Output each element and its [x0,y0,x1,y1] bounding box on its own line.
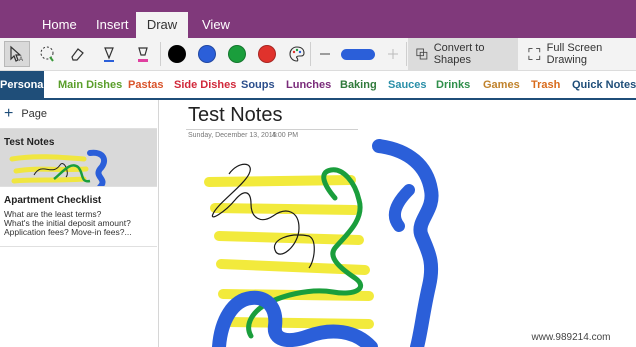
section-tab-bar: Personal Main Dishes Pastas Side Dishes … [0,71,636,101]
minus-icon [320,53,330,55]
color-black[interactable] [164,41,190,67]
color-swatch [258,45,276,63]
toolbar-divider [310,42,311,66]
add-page-label: Page [21,108,48,120]
pen-icon [104,47,114,62]
palette-icon [289,46,305,62]
section-tab-quick-notes[interactable]: Quick Notes [572,71,636,98]
color-swatch [198,45,216,63]
color-red[interactable] [254,41,280,67]
svg-text:A: A [19,57,23,63]
section-tab-games[interactable]: Games [483,71,520,98]
eraser-icon [71,48,84,61]
page-thumbnail-drawing [9,149,108,187]
ink-drawing[interactable] [159,100,636,347]
lasso-tool[interactable] [34,41,60,67]
thinner-stroke-button[interactable] [312,41,338,67]
text-select-icon: A [10,45,23,63]
lasso-icon [40,46,54,62]
plus-icon: + [4,105,14,122]
page-item-apartment-checklist[interactable]: Apartment Checklist What are the least t… [0,186,157,246]
blue-ink-stroke [372,139,439,347]
yellow-ink-stroke [210,203,360,215]
section-tab-pastas[interactable]: Pastas [128,71,163,98]
yellow-ink-stroke [204,175,356,187]
convert-to-shapes-button[interactable]: Convert to Shapes [408,38,518,70]
eraser-tool[interactable] [64,41,90,67]
thicker-stroke-button[interactable] [380,41,406,67]
green-ink-stroke [246,167,364,339]
toolbar-divider [406,42,407,66]
draw-toolbar: A Convert to Shapes Full Screen Drawing [0,38,636,71]
section-tab-sauces[interactable]: Sauces [388,71,427,98]
page-list-divider [0,246,157,247]
section-tab-baking[interactable]: Baking [340,71,377,98]
tab-view[interactable]: View [188,12,244,38]
section-tab-drinks[interactable]: Drinks [436,71,470,98]
highlighter-icon [138,47,148,62]
stroke-size-preview [338,41,378,67]
convert-to-shapes-label: Convert to Shapes [433,42,485,66]
full-screen-drawing-label: Full Screen Drawing [546,42,603,66]
yellow-ink-stroke [214,231,364,245]
tab-insert[interactable]: Insert [82,12,143,38]
section-tab-personal[interactable]: Personal [0,71,46,98]
add-page-button[interactable]: + Page [4,106,47,122]
section-tab-lunches[interactable]: Lunches [286,71,331,98]
shapes-icon [416,48,428,60]
pen-tool[interactable] [96,41,122,67]
color-green[interactable] [224,41,250,67]
color-blue[interactable] [194,41,220,67]
color-swatch [168,45,186,63]
color-palette-button[interactable] [284,41,310,67]
pages-pane: + Page Test Notes Apartment Checklist Wh… [0,100,159,347]
stroke-preview-swatch [341,48,375,60]
watermark: www.989214.com [510,331,632,345]
plus-icon [388,49,398,59]
ribbon-tab-bar: Home Insert Draw View [0,0,636,38]
toolbar-divider [160,42,161,66]
page-item-title: Apartment Checklist [4,195,102,206]
section-tab-side-dishes[interactable]: Side Dishes [174,71,236,98]
page-item-test-notes[interactable]: Test Notes [0,128,157,187]
highlighter-tool[interactable] [130,41,156,67]
color-swatch [228,45,246,63]
page-item-preview-line: Application fees? Move-in fees?... [4,227,132,237]
section-tab-soups[interactable]: Soups [241,71,275,98]
section-tab-main-dishes[interactable]: Main Dishes [58,71,122,98]
tab-draw[interactable]: Draw [136,12,188,38]
section-tab-trash[interactable]: Trash [531,71,560,98]
expand-icon [528,48,541,60]
blue-ink-stroke [388,184,415,232]
lasso-select-tool[interactable]: A [4,41,30,67]
full-screen-drawing-button[interactable]: Full Screen Drawing [528,38,636,70]
